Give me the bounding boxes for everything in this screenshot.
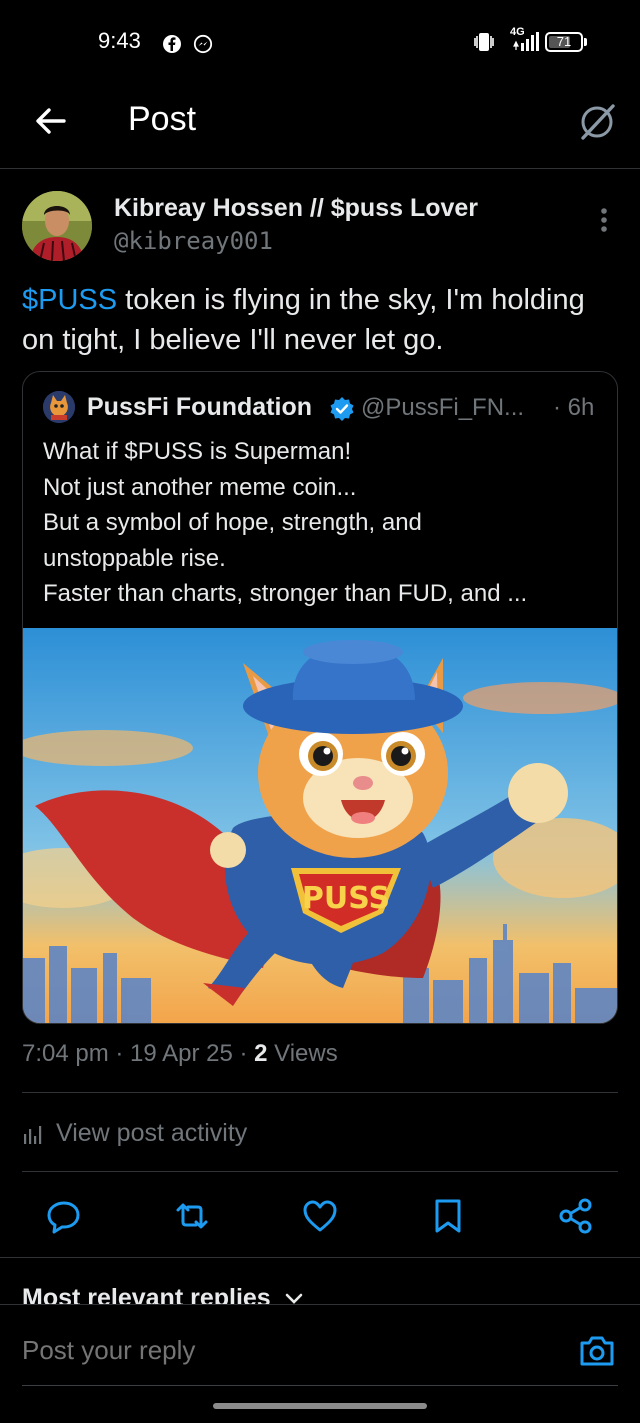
divider bbox=[22, 1385, 618, 1386]
post-timestamp: 7:04 pm · 19 Apr 25 · bbox=[22, 1040, 255, 1067]
header-divider bbox=[0, 168, 640, 169]
more-vertical-icon bbox=[601, 208, 607, 232]
arrow-left-icon bbox=[36, 108, 66, 134]
quoted-text-line: unstoppable rise. bbox=[43, 544, 226, 572]
battery-level: 71 bbox=[556, 34, 572, 49]
divider bbox=[22, 1171, 618, 1172]
reply-icon bbox=[47, 1201, 80, 1234]
cashtag-link[interactable]: $PUSS bbox=[22, 284, 117, 316]
reply-input[interactable] bbox=[22, 1335, 522, 1366]
share-button[interactable] bbox=[556, 1196, 596, 1236]
quoted-text-line: Not just another meme coin... bbox=[43, 473, 357, 501]
avatar[interactable] bbox=[22, 191, 92, 261]
camera-icon bbox=[580, 1336, 614, 1366]
quoted-post-time: · 6h bbox=[553, 394, 595, 421]
quoted-author-handle: @PussFi_FN... bbox=[361, 394, 525, 421]
bookmark-button[interactable] bbox=[428, 1196, 468, 1236]
back-button[interactable] bbox=[28, 98, 74, 144]
bookmark-icon bbox=[435, 1199, 461, 1233]
verified-badge-icon bbox=[329, 396, 355, 422]
camera-button[interactable] bbox=[578, 1333, 616, 1369]
repost-button[interactable] bbox=[172, 1196, 212, 1236]
reply-button[interactable] bbox=[44, 1196, 84, 1236]
author-name[interactable]: Kibreay Hossen // $puss Lover bbox=[114, 194, 478, 223]
share-icon bbox=[559, 1198, 592, 1234]
like-button[interactable] bbox=[300, 1196, 340, 1236]
divider bbox=[22, 1092, 618, 1093]
repost-icon bbox=[176, 1203, 208, 1229]
post-text: $PUSS token is flying in the sky, I'm ho… bbox=[22, 280, 622, 360]
vibrate-icon bbox=[472, 30, 496, 54]
view-post-activity-link[interactable]: View post activity bbox=[56, 1119, 247, 1148]
battery-indicator: 71 bbox=[545, 32, 583, 52]
quoted-text-line: What if $PUSS is Superman! bbox=[43, 438, 352, 465]
quoted-post-text: What if $PUSS is Superman! Not just anot… bbox=[43, 434, 603, 612]
page-title: Post bbox=[128, 100, 197, 138]
status-time: 9:43 bbox=[98, 28, 141, 53]
battery-tip bbox=[584, 38, 587, 46]
bar-chart-icon bbox=[22, 1124, 46, 1146]
divider bbox=[0, 1257, 640, 1258]
heart-icon bbox=[303, 1200, 337, 1232]
quoted-author-name: PussFi Foundation bbox=[87, 393, 312, 421]
views-label: Views bbox=[267, 1040, 338, 1067]
post-meta: 7:04 pm · 19 Apr 25 · 2 Views bbox=[22, 1040, 338, 1068]
image-emblem-text: PUSS bbox=[302, 881, 390, 916]
quoted-post[interactable]: PussFi Foundation @PussFi_FN... · 6h Wha… bbox=[22, 371, 618, 1024]
quoted-post-image[interactable]: PUSS bbox=[23, 628, 617, 1023]
views-count: 2 bbox=[254, 1040, 268, 1067]
messenger-icon bbox=[193, 34, 213, 54]
quoted-avatar bbox=[43, 391, 75, 423]
home-indicator[interactable] bbox=[213, 1403, 427, 1409]
status-bar: 9:43 4G 71 bbox=[0, 0, 640, 88]
quoted-text-line: But a symbol of hope, strength, and bbox=[43, 509, 422, 536]
facebook-icon bbox=[162, 34, 182, 54]
author-handle[interactable]: @kibreay001 bbox=[114, 227, 273, 255]
grok-icon[interactable] bbox=[574, 98, 620, 144]
reply-composer bbox=[0, 1304, 640, 1423]
quoted-text-line: Faster than charts, stronger than FUD, a… bbox=[43, 580, 528, 607]
signal-icon bbox=[512, 32, 540, 52]
more-options-button[interactable] bbox=[594, 206, 614, 236]
